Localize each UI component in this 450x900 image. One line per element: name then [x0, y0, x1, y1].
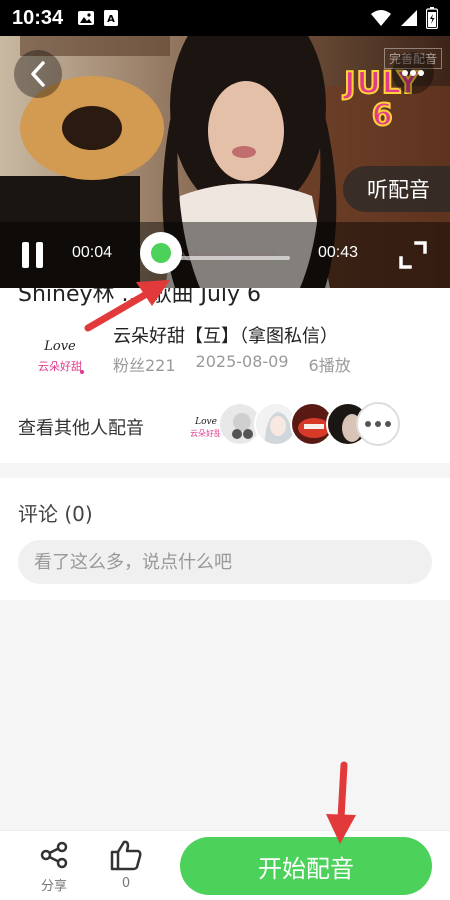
comments-card: 评论 (0) [0, 478, 450, 600]
others-dub-label[interactable]: 查看其他人配音 [18, 414, 144, 440]
battery-icon [426, 7, 438, 29]
like-count: 0 [121, 876, 131, 891]
others-avatars[interactable]: Love 云朵好甜 [182, 402, 370, 446]
song-title: Shiney林 ... 歌曲 July 6 [18, 288, 262, 307]
progress-thumb[interactable] [140, 232, 182, 274]
pause-bar [36, 242, 43, 268]
more-dot [385, 421, 391, 427]
wifi-icon [370, 9, 392, 27]
author-name[interactable]: 云朵好甜【互】（拿图私信） [113, 322, 338, 348]
pause-bar [22, 242, 29, 268]
pause-button[interactable] [22, 242, 50, 270]
image-icon [77, 10, 95, 26]
status-icons-left: A [77, 9, 119, 27]
avatar-name-text: 云朵好甜 [190, 428, 222, 438]
author-card: Love 云朵好甜 云朵好甜【互】（拿图私信） 粉丝221 2025-08-09… [0, 308, 450, 463]
author-avatar[interactable]: Love 云朵好甜 [30, 326, 94, 390]
listen-dub-button[interactable]: 听配音 [343, 166, 450, 212]
video-player[interactable]: 完善配音 JULY 6 听配音 入迷幸甜歌的歌默契 00:04 00:43 [0, 36, 450, 288]
more-button[interactable] [392, 52, 434, 94]
avatar-love-text: Love [43, 339, 76, 354]
share-label: 分享 [40, 879, 67, 894]
signal-icon [400, 9, 418, 27]
share-button[interactable]: 分享 [34, 841, 74, 894]
share-icon [40, 841, 68, 869]
progress-thumb-dot [151, 243, 171, 263]
thumbs-up-icon [110, 840, 142, 871]
more-dots-icon [402, 70, 424, 76]
sticker-number: 6 [371, 98, 394, 133]
title-row: Shiney林 ... 歌曲 July 6 [0, 288, 450, 308]
more-dot [365, 421, 371, 427]
current-time: 00:04 [72, 244, 113, 261]
svg-text:A: A [107, 14, 115, 25]
a-icon: A [103, 9, 119, 27]
more-others-button[interactable] [356, 402, 400, 446]
video-controls: 00:04 00:43 [0, 222, 450, 288]
status-bar: 10:34 A [0, 0, 450, 36]
comments-title: 评论 (0) [18, 502, 93, 526]
publish-date: 2025-08-09 [195, 352, 289, 371]
fullscreen-icon [399, 241, 427, 269]
chevron-left-icon [31, 61, 45, 87]
fullscreen-button[interactable] [398, 240, 428, 270]
play-count: 6播放 [308, 356, 351, 375]
bottom-bar: 分享 0 开始配音 [0, 830, 450, 900]
start-dub-button[interactable]: 开始配音 [180, 837, 432, 895]
status-time: 10:34 [12, 6, 64, 29]
status-icons-right [370, 7, 438, 29]
avatar-name-text: 云朵好甜 [38, 359, 82, 373]
more-dot [375, 421, 381, 427]
total-time: 00:43 [318, 244, 359, 261]
back-button[interactable] [14, 50, 62, 98]
like-button[interactable]: 0 [106, 839, 146, 891]
comment-input[interactable] [18, 540, 432, 584]
fans-count: 粉丝221 [113, 356, 176, 375]
avatar-love-text: Love [194, 417, 217, 427]
author-meta: 粉丝221 2025-08-09 6播放 [113, 352, 351, 376]
